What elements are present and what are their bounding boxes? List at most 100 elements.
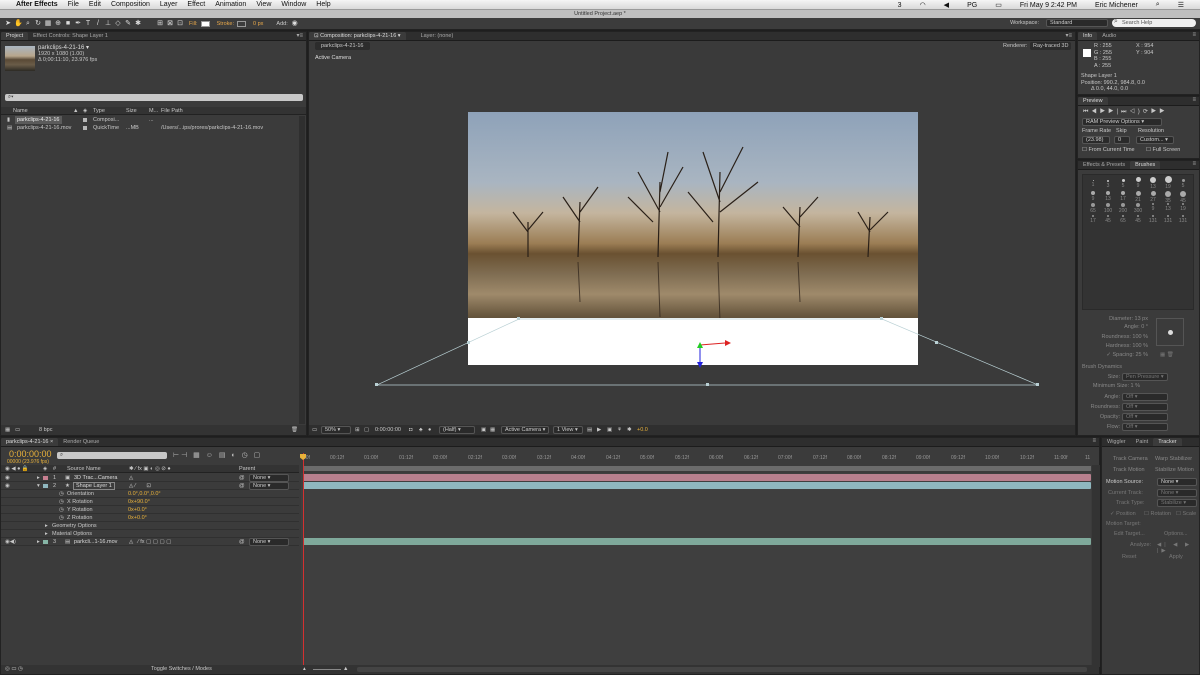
tab-tracker[interactable]: Tracker: [1153, 438, 1182, 446]
layer-row[interactable]: ◉ ▸ 1 ▣ 3D Trac...Camera ◬ @ None ▾: [1, 474, 299, 482]
col-file-path[interactable]: File Path: [161, 107, 183, 115]
brainstorm-icon[interactable]: ▢: [254, 452, 263, 459]
panel-menu-icon[interactable]: ≡: [1192, 32, 1196, 38]
dyn-size-select[interactable]: Pen Pressure ▾: [1122, 373, 1168, 381]
wifi-icon[interactable]: ◠: [920, 1, 926, 9]
pen-tool-icon[interactable]: ✒: [74, 20, 82, 28]
zoom-in-icon[interactable]: ▲: [343, 665, 348, 674]
panel-menu-icon[interactable]: ▾≡: [296, 32, 303, 39]
graph-editor-icon[interactable]: ◷: [242, 452, 250, 459]
track-area[interactable]: [301, 453, 1091, 665]
brush-preset[interactable]: 21: [1131, 191, 1145, 203]
brush-preset[interactable]: 13: [1161, 203, 1175, 212]
project-item-comp[interactable]: ▮ parkclips-4-21-16 Composi... ...: [1, 116, 299, 124]
axis-world-icon[interactable]: ⊠: [166, 20, 174, 28]
layer-switches[interactable]: ◬ ⁄ fx ▢ ▢ ▢ ▢: [129, 538, 171, 546]
toggle-pixel-icon[interactable]: ▤: [587, 425, 592, 435]
timeline-search-input[interactable]: ⌕: [57, 452, 167, 459]
tab-layer[interactable]: Layer: (none): [416, 32, 459, 40]
layer-row[interactable]: ◉◀) ▸ 3 ▤ parkcli...1-16.mov ◬ ⁄ fx ▢ ▢ …: [1, 538, 299, 546]
brush-preset[interactable]: 131: [1161, 215, 1175, 224]
dyn-opacity-select[interactable]: Off ▾: [1122, 413, 1168, 421]
resolution-select[interactable]: (Half) ▾: [439, 426, 475, 434]
camera-layer-bar[interactable]: [303, 474, 1091, 481]
brush-preset[interactable]: 27: [1146, 191, 1160, 203]
brush-preset[interactable]: 13: [1101, 191, 1115, 202]
brush-tool-icon[interactable]: /: [94, 20, 102, 28]
brush-preset[interactable]: 65: [1086, 203, 1100, 214]
views-select[interactable]: 1 View ▾: [553, 426, 583, 434]
frame-rate-select[interactable]: (23.98): [1082, 136, 1110, 144]
menu-edit[interactable]: Edit: [89, 1, 101, 8]
camera-select[interactable]: Active Camera ▾: [501, 426, 549, 434]
dyn-angle-select[interactable]: Off ▾: [1122, 393, 1168, 401]
resolution-select[interactable]: Custom... ▾: [1136, 136, 1174, 144]
dyn-roundness-select[interactable]: Off ▾: [1122, 403, 1168, 411]
brush-preset[interactable]: 5: [1176, 179, 1190, 189]
transparency-grid-icon[interactable]: ▦: [490, 425, 495, 435]
audio-icon[interactable]: ◁): [1129, 109, 1142, 115]
brush-preset[interactable]: 9: [1131, 177, 1145, 189]
axis-local-icon[interactable]: ⊞: [156, 20, 164, 28]
track-type-select[interactable]: Stabilize ▾: [1157, 499, 1197, 507]
draft-3d-icon[interactable]: ▦: [193, 452, 202, 459]
zoom-tool-icon[interactable]: ⌕: [24, 20, 32, 28]
rotation-checkbox[interactable]: ☐ Rotation: [1144, 511, 1171, 517]
clone-tool-icon[interactable]: ⊥: [104, 20, 112, 28]
flowchart-icon[interactable]: ⚘: [617, 425, 622, 435]
sort-icon[interactable]: ▲: [73, 107, 78, 115]
region-icon[interactable]: ▣: [481, 425, 486, 435]
fill-swatch[interactable]: [200, 20, 210, 27]
show-snapshot-icon[interactable]: ♣: [419, 425, 423, 435]
tab-timeline[interactable]: parkclips-4-21-16 ×: [1, 438, 59, 446]
reset-button[interactable]: Reset: [1122, 554, 1136, 560]
safe-zones-icon[interactable]: ⊞: [355, 425, 360, 435]
property-group-row[interactable]: ▸ Material Options: [1, 530, 299, 538]
playhead[interactable]: [303, 453, 304, 665]
expand-icon[interactable]: ▸: [37, 538, 40, 546]
panel-menu-icon[interactable]: ≡: [1192, 97, 1196, 103]
brush-preset[interactable]: 19: [1176, 203, 1190, 212]
channel-icon[interactable]: ●: [428, 425, 431, 435]
fast-preview-icon[interactable]: ▶: [597, 425, 601, 435]
menu-layer[interactable]: Layer: [160, 1, 178, 8]
layer-switches[interactable]: ◬ ⁄ ⊡: [129, 482, 151, 490]
label-swatch[interactable]: [43, 540, 48, 544]
tab-preview[interactable]: Preview: [1078, 97, 1108, 105]
motion-source-select[interactable]: None ▾: [1157, 478, 1197, 486]
hand-tool-icon[interactable]: ✋: [14, 20, 23, 28]
brush-preset[interactable]: 17: [1116, 191, 1130, 202]
stopwatch-icon[interactable]: ◷: [59, 498, 64, 506]
layer-name[interactable]: Shape Layer 1: [73, 482, 115, 490]
brush-preset[interactable]: 131: [1176, 215, 1190, 224]
property-value[interactable]: 0x+0.0°: [128, 506, 147, 514]
eraser-tool-icon[interactable]: ◇: [114, 20, 122, 28]
toggle-switches-modes[interactable]: Toggle Switches / Modes: [151, 665, 212, 674]
trash-icon[interactable]: 🗑: [291, 425, 298, 435]
brush-preset[interactable]: 65: [1116, 215, 1130, 224]
menu-composition[interactable]: Composition: [111, 1, 150, 8]
visibility-icon[interactable]: ◉◀): [5, 538, 16, 546]
tab-wiggler[interactable]: Wiggler: [1102, 438, 1131, 446]
parent-select[interactable]: None ▾: [249, 538, 289, 546]
tab-info[interactable]: Info: [1078, 32, 1098, 40]
col-size[interactable]: Size: [126, 107, 137, 115]
time-ruler[interactable]: 00f 00:12f 01:00f 01:12f 02:00f 02:12f 0…: [301, 449, 1091, 473]
brush-preset[interactable]: 17: [1086, 215, 1100, 224]
skip-select[interactable]: 0: [1114, 136, 1130, 144]
brush-preset[interactable]: 100: [1101, 203, 1115, 214]
brush-delete-icon[interactable]: ▦ 🗑: [1160, 352, 1174, 358]
property-row[interactable]: ◷ X Rotation 0x+90.0°: [1, 498, 299, 506]
bpc-label[interactable]: 8 bpc: [39, 425, 52, 435]
brush-preset[interactable]: 3: [1101, 180, 1115, 189]
brush-preset[interactable]: 45: [1101, 215, 1115, 224]
camera-tool-icon[interactable]: ▦: [44, 20, 52, 28]
tab-brushes[interactable]: Brushes: [1130, 161, 1161, 169]
volume-icon[interactable]: ◀: [944, 1, 949, 9]
brush-preset[interactable]: 19: [1161, 176, 1175, 190]
menu-view[interactable]: View: [256, 1, 271, 8]
status-3[interactable]: 3: [898, 2, 902, 9]
stroke-swatch[interactable]: [237, 20, 246, 27]
tab-paint[interactable]: Paint: [1131, 438, 1154, 446]
brush-preset[interactable]: 9: [1086, 191, 1100, 202]
